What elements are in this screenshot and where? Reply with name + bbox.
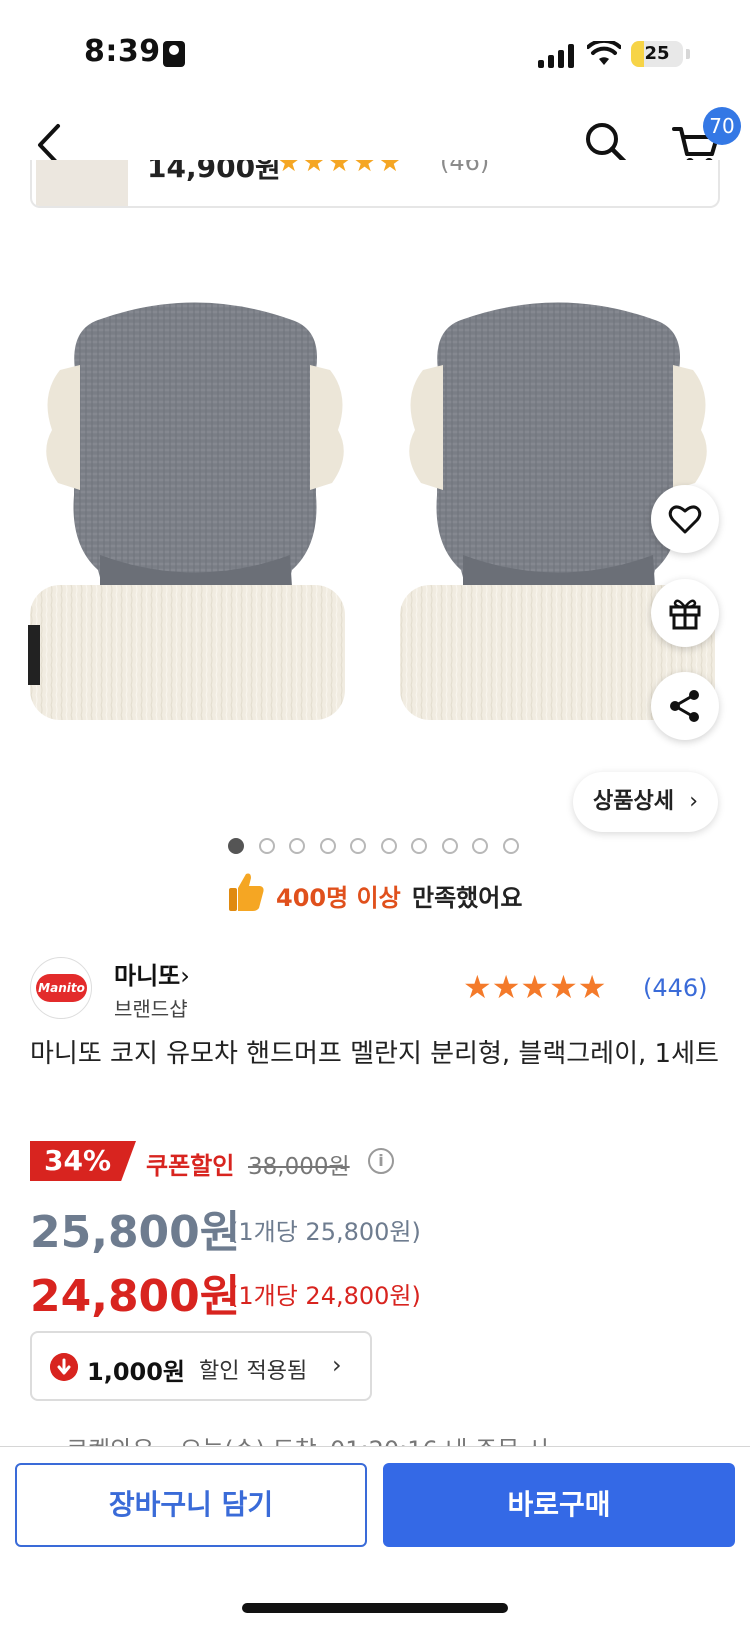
product-title: 마니또 코지 유모차 핸드머프 멜란지 분리형, 블랙그레이, 1세트 <box>30 1039 719 1069</box>
battery-icon: 25 <box>631 41 683 67</box>
pagination-dot[interactable] <box>411 838 427 854</box>
brand-logo[interactable]: Manito <box>30 957 92 1019</box>
down-arrow-icon <box>50 1353 78 1381</box>
rating-stars[interactable]: ★★★★★ <box>463 968 606 1006</box>
delivery-date: 오늘(수) 도착 <box>180 1430 317 1446</box>
product-detail-label: 상품상세 <box>593 789 674 814</box>
original-price: 38,000원 <box>248 1154 350 1180</box>
pagination-dot[interactable] <box>289 838 305 854</box>
sticky-product-peek[interactable]: 14,900원 ★★★★★ (46) <box>30 160 720 208</box>
buy-now-button[interactable]: 바로구매 <box>383 1463 735 1547</box>
peek-review-count: (46) <box>440 160 490 176</box>
product-image[interactable] <box>0 215 750 775</box>
gift-icon <box>669 599 701 630</box>
satisfaction-text: 만족했어요 <box>412 884 523 912</box>
battery-tip <box>686 49 690 59</box>
wishlist-button[interactable] <box>651 485 719 553</box>
chevron-right-icon: › <box>689 789 698 814</box>
pagination-dot[interactable] <box>502 838 519 854</box>
cellular-signal-icon <box>538 44 574 68</box>
add-to-cart-button[interactable]: 장바구니 담기 <box>15 1463 367 1547</box>
peek-price: 14,900원 <box>147 160 281 184</box>
home-indicator <box>242 1603 508 1613</box>
gift-button[interactable] <box>651 579 719 647</box>
share-button[interactable] <box>651 672 719 740</box>
pagination-dot[interactable] <box>441 838 458 854</box>
cart-count-badge: 70 <box>703 107 741 145</box>
discount-rate-badge: 34% <box>30 1141 136 1181</box>
pagination-dot[interactable] <box>258 838 275 854</box>
delivery-badge: 로켓와우 <box>66 1430 154 1446</box>
pagination-dot[interactable] <box>319 838 336 854</box>
brand-logo-mark: Manito <box>36 974 87 1002</box>
brand-name-link[interactable]: 마니또› <box>114 956 190 991</box>
peek-rating-stars: ★★★★★ <box>277 160 404 178</box>
focus-person-icon <box>163 41 185 67</box>
coupon-discount-label: 쿠폰할인 <box>146 1152 235 1180</box>
pagination-dot[interactable] <box>350 838 366 854</box>
coupon-applied-button[interactable]: 1,000원 할인 적용됨 › <box>30 1331 372 1401</box>
coupon-unit-price: (1개당 24,800원) <box>229 1282 421 1310</box>
peek-thumbnail <box>36 160 128 206</box>
delivery-info-peek: 로켓와우 오늘(수) 도착 01:20:16 내 주문 시 <box>30 1430 590 1446</box>
delivery-timer: 01:20:16 내 주문 시 <box>330 1430 549 1446</box>
chevron-right-icon: › <box>180 962 190 990</box>
pagination-dot[interactable] <box>228 838 244 854</box>
wifi-icon <box>587 41 621 65</box>
muff-left <box>28 302 345 720</box>
pagination-dot[interactable] <box>472 838 488 854</box>
battery-level: 25 <box>644 43 670 64</box>
coupon-applied-text: 할인 적용됨 <box>199 1359 308 1384</box>
sale-unit-price: (1개당 25,800원) <box>229 1218 421 1246</box>
share-icon <box>670 690 699 722</box>
pagination-dot[interactable] <box>380 838 397 854</box>
product-detail-button[interactable]: 상품상세 › <box>573 772 718 832</box>
status-time: 8:39 <box>84 34 161 69</box>
heart-icon <box>668 505 702 534</box>
coupon-amount: 1,000원 <box>87 1358 185 1386</box>
thumbs-up-icon <box>229 873 264 911</box>
chevron-right-icon: › <box>332 1351 342 1379</box>
coupon-price: 24,800원 <box>30 1271 241 1322</box>
info-icon[interactable]: i <box>368 1148 394 1174</box>
status-bar: 8:39 25 <box>0 0 750 100</box>
brand-name: 마니또 <box>114 962 181 990</box>
brand-shop-label: 브랜드샵 <box>114 997 188 1021</box>
review-count-link[interactable]: (446) <box>643 974 708 1002</box>
satisfaction-highlight: 400명 이상 <box>276 884 401 912</box>
sale-price: 25,800원 <box>30 1207 241 1258</box>
bottom-action-bar: 장바구니 담기 바로구매 <box>0 1446 750 1626</box>
